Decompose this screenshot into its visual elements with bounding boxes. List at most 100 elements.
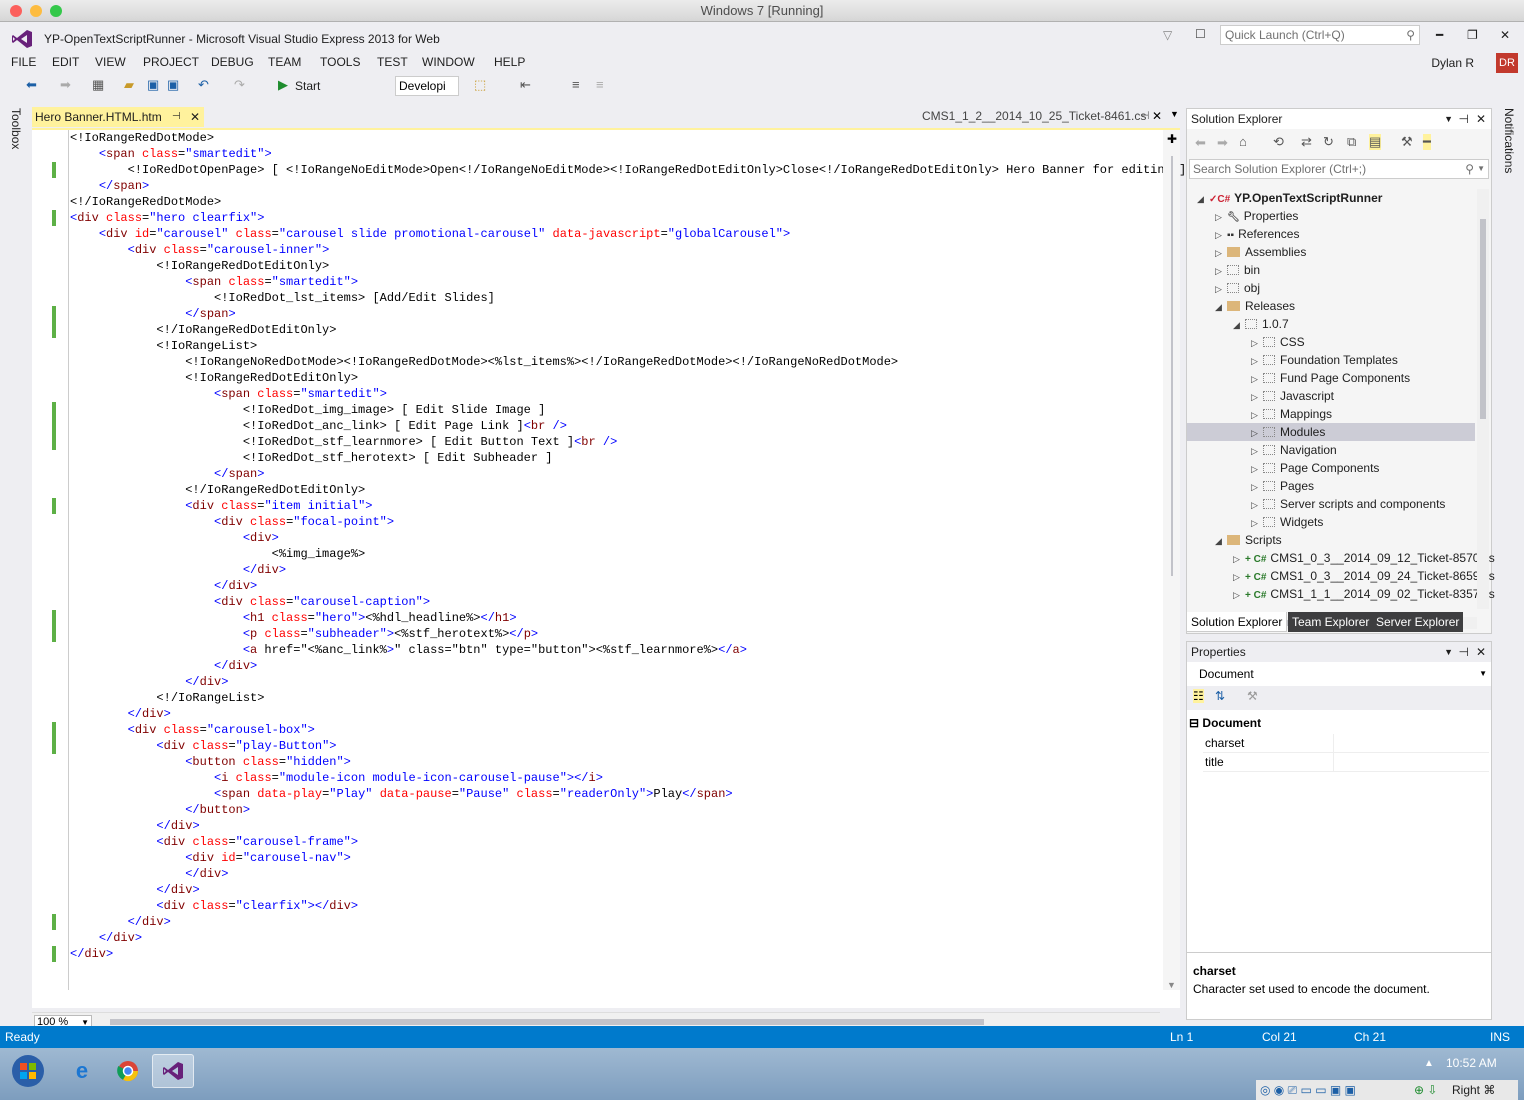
tree-item[interactable]: ▷ Modules xyxy=(1187,423,1475,441)
vm-network-icon[interactable]: ⊕ ⇩ xyxy=(1414,1080,1437,1100)
tree-item[interactable]: ▷ + C# CMS1_0_3__2014_09_12_Ticket-8570.cs xyxy=(1187,549,1495,567)
categorized-icon[interactable]: ☷ xyxy=(1193,689,1204,703)
expand-arrow-icon[interactable]: ▷ xyxy=(1251,478,1263,496)
vm-disk-icon[interactable]: ◎ ◉ ⎚ ▭ ▭ ▣ ▣ xyxy=(1260,1080,1356,1100)
start-icon[interactable]: ▶ xyxy=(278,77,288,93)
code-line[interactable]: </span> xyxy=(70,306,1186,322)
close-button[interactable]: ✕ xyxy=(1500,28,1510,42)
menu-help[interactable]: HELP xyxy=(494,55,525,69)
code-line[interactable]: </div> xyxy=(70,914,1186,930)
menu-window[interactable]: WINDOW xyxy=(422,55,475,69)
code-editor[interactable]: <!IoRangeRedDotMode> <span class="smarte… xyxy=(32,128,1186,1030)
expand-arrow-icon[interactable]: ▷ xyxy=(1251,406,1263,424)
clock[interactable]: 10:52 AM xyxy=(1446,1056,1497,1070)
refresh-icon[interactable]: ↻ xyxy=(1323,134,1334,150)
code-line[interactable]: <!IoRedDot_lst_items> [Add/Edit Slides] xyxy=(70,290,1186,306)
menu-file[interactable]: FILE xyxy=(11,55,36,69)
code-line[interactable]: </span> xyxy=(70,466,1186,482)
expand-arrow-icon[interactable]: ▷ xyxy=(1251,442,1263,460)
menu-test[interactable]: TEST xyxy=(377,55,408,69)
property-row-charset[interactable]: charset xyxy=(1203,734,1489,753)
code-line[interactable]: <div class="carousel-inner"> xyxy=(70,242,1186,258)
uncomment-icon[interactable]: ≡ xyxy=(596,77,604,92)
code-line[interactable]: </button> xyxy=(70,802,1186,818)
code-line[interactable]: <div class="play-Button"> xyxy=(70,738,1186,754)
close-dot[interactable] xyxy=(10,5,22,17)
menu-debug[interactable]: DEBUG xyxy=(211,55,254,69)
code-line[interactable]: </div> xyxy=(70,706,1186,722)
tab-cms-script[interactable]: CMS1_1_2__2014_10_25_Ticket-8461.cs xyxy=(922,109,1146,123)
forward-icon[interactable]: ➡ xyxy=(60,77,71,93)
code-line[interactable]: <!IoRangeRedDotMode> xyxy=(70,130,1186,146)
sync-icon[interactable]: ⇄ xyxy=(1301,134,1312,150)
open-icon[interactable]: ▰ xyxy=(124,77,134,93)
code-line[interactable]: </div> xyxy=(70,562,1186,578)
scroll-thumb[interactable] xyxy=(1480,219,1486,419)
tree-item[interactable]: ▷ Navigation xyxy=(1187,441,1337,459)
code-line[interactable]: <div id="carousel" class="carousel slide… xyxy=(70,226,1186,242)
code-line[interactable]: <%img_image%> xyxy=(70,546,1186,562)
code-line[interactable]: </div> xyxy=(70,578,1186,594)
properties-icon[interactable]: ⚒ xyxy=(1401,134,1413,150)
hscroll-thumb[interactable] xyxy=(110,1019,984,1025)
alphabetical-icon[interactable]: ⇅ xyxy=(1215,689,1225,703)
tree-item[interactable]: ▷ Javascript xyxy=(1187,387,1334,405)
menu-edit[interactable]: EDIT xyxy=(52,55,79,69)
tree-item[interactable]: ◢ 1.0.7 xyxy=(1187,315,1289,333)
tree-item[interactable]: ▷ Assemblies xyxy=(1187,243,1306,261)
pin-icon[interactable]: ⊣ xyxy=(1140,109,1150,122)
home-icon[interactable]: ⌂ xyxy=(1239,134,1247,149)
code-line[interactable]: <!IoRedDot_anc_link> [ Edit Page Link ]<… xyxy=(70,418,1186,434)
expand-arrow-icon[interactable]: ▷ xyxy=(1215,226,1227,244)
scroll-thumb[interactable] xyxy=(1171,156,1173,576)
expand-arrow-icon[interactable]: ▷ xyxy=(1251,496,1263,514)
code-line[interactable]: <!/IoRangeList> xyxy=(70,690,1186,706)
code-line[interactable]: <div class="clearfix"></div> xyxy=(70,898,1186,914)
undo-icon[interactable]: ↶ xyxy=(198,77,209,93)
notifications-tab[interactable]: Notifications xyxy=(1502,108,1516,173)
code-line[interactable]: </div> xyxy=(70,930,1186,946)
menu-view[interactable]: VIEW xyxy=(95,55,126,69)
code-line[interactable]: <!IoRangeNoRedDotMode><!IoRangeRedDotMod… xyxy=(70,354,1186,370)
code-line[interactable]: <span class="smartedit"> xyxy=(70,146,1186,162)
visual-studio-taskbar-icon[interactable] xyxy=(152,1054,194,1088)
code-line[interactable]: <!IoRangeRedDotEditOnly> xyxy=(70,370,1186,386)
code-line[interactable]: <!/IoRangeRedDotEditOnly> xyxy=(70,322,1186,338)
code-line[interactable]: <h1 class="hero"><%hdl_headline%></h1> xyxy=(70,610,1186,626)
expand-arrow-icon[interactable]: ▷ xyxy=(1233,568,1245,586)
preview-icon[interactable]: ━ xyxy=(1423,134,1431,150)
code-line[interactable]: </div> xyxy=(70,818,1186,834)
tab-close-icon[interactable]: ✕ xyxy=(1152,109,1162,123)
back-icon[interactable]: ⬅ xyxy=(26,77,37,93)
tree-item[interactable]: ▷ Widgets xyxy=(1187,513,1323,531)
tab-server-explorer[interactable]: Server Explorer xyxy=(1372,612,1464,632)
property-row-title[interactable]: title xyxy=(1203,753,1489,772)
expand-arrow-icon[interactable]: ▷ xyxy=(1233,550,1245,568)
tree-item[interactable]: ▷ Foundation Templates xyxy=(1187,351,1398,369)
menu-team[interactable]: TEAM xyxy=(268,55,301,69)
code-line[interactable]: <!/IoRangeRedDotEditOnly> xyxy=(70,482,1186,498)
redo-icon[interactable]: ↷ xyxy=(234,77,245,93)
new-project-icon[interactable]: ▦ xyxy=(92,77,104,93)
configuration-select[interactable]: Developi xyxy=(395,76,459,96)
vertical-scrollbar[interactable]: ✚ ▼ xyxy=(1163,130,1180,990)
tree-item[interactable]: ◢ Scripts xyxy=(1187,531,1282,549)
code-line[interactable]: <!IoRedDot_img_image> [ Edit Slide Image… xyxy=(70,402,1186,418)
indent-icon[interactable]: ⇤ xyxy=(520,77,531,93)
filter-icon[interactable]: ▽ xyxy=(1163,28,1172,42)
solution-search-input[interactable]: Search Solution Explorer (Ctrl+;) ⚲ ▼ xyxy=(1189,159,1489,179)
split-icon[interactable]: ✚ xyxy=(1166,132,1178,146)
tab-solution-explorer[interactable]: Solution Explorer xyxy=(1186,612,1288,632)
code-line[interactable]: <div class="hero clearfix"> xyxy=(70,210,1186,226)
toolbox-tab[interactable]: Toolbox xyxy=(9,108,23,149)
minimize-button[interactable]: ━ xyxy=(1436,28,1443,42)
expand-arrow-icon[interactable]: ▷ xyxy=(1215,208,1227,226)
expand-arrow-icon[interactable]: ▷ xyxy=(1251,424,1263,442)
tree-item[interactable]: ▷ Fund Page Components xyxy=(1187,369,1410,387)
code-line[interactable]: <button class="hidden"> xyxy=(70,754,1186,770)
category-row[interactable]: ⊟ Document xyxy=(1189,716,1261,730)
collapse-arrow-icon[interactable]: ◢ xyxy=(1215,298,1227,316)
tree-item[interactable]: ▷ Pages xyxy=(1187,477,1314,495)
collapse-arrow-icon[interactable]: ◢ xyxy=(1233,316,1245,334)
code-line[interactable]: <div class="focal-point"> xyxy=(70,514,1186,530)
